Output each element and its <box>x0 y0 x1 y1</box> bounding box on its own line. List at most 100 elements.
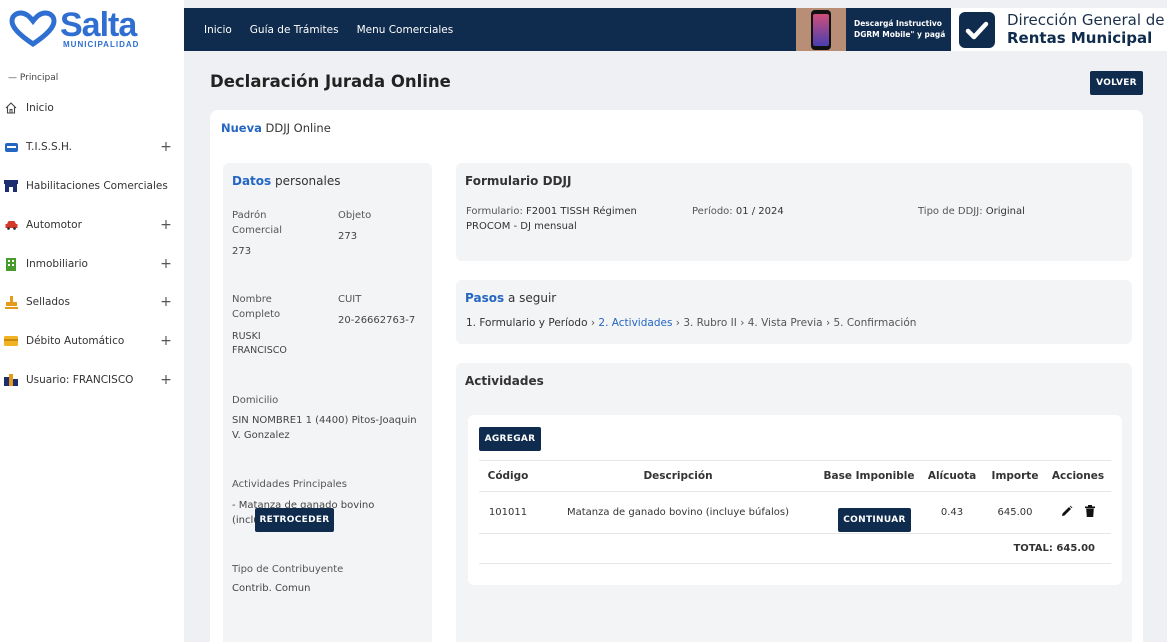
step-separator: › <box>675 317 680 329</box>
volver-button[interactable]: VOLVER <box>1090 71 1143 95</box>
sidebar-item-inmobiliario[interactable]: Inmobiliario + <box>0 252 184 276</box>
pasos-title: Pasos a seguir <box>465 291 556 305</box>
nombre-value: RUSKI FRANCISCO <box>232 330 287 358</box>
logo[interactable]: Salta MUNICIPALIDAD <box>0 0 184 58</box>
plus-icon[interactable]: + <box>156 139 176 155</box>
formulario-panel: Formulario DDJJ Formulario: F2001 TISSH … <box>456 163 1132 261</box>
user-icon <box>4 373 18 387</box>
pasos-title-bold: Pasos <box>465 291 505 305</box>
logo-sub: MUNICIPALIDAD <box>63 40 140 49</box>
col-importe: Importe <box>985 460 1045 492</box>
nombre-label: Nombre Completo <box>232 292 280 322</box>
cell-acciones <box>1045 491 1111 534</box>
sidebar-item-sellados[interactable]: Sellados + <box>0 290 184 314</box>
sidebar-item-label: Habilitaciones Comerciales <box>26 180 168 192</box>
plus-icon[interactable]: + <box>156 217 176 233</box>
card-header-rest: DDJJ Online <box>265 121 331 135</box>
agregar-button[interactable]: AGREGAR <box>479 427 541 451</box>
sidebar-item-debito[interactable]: Débito Automático + <box>0 329 184 353</box>
continuar-button[interactable]: CONTINUAR <box>838 508 911 532</box>
sidebar-item-inicio[interactable]: Inicio <box>0 96 184 120</box>
datos-title: Datos personales <box>232 174 340 188</box>
heart-logo-icon <box>9 10 57 48</box>
col-base: Base Imponible <box>819 460 919 492</box>
nombre-value-2: FRANCISCO <box>232 345 287 356</box>
domicilio-label: Domicilio <box>232 395 279 406</box>
plus-icon[interactable]: + <box>156 333 176 349</box>
step-5[interactable]: 5. Confirmación <box>833 317 916 329</box>
objeto-value: 273 <box>338 231 358 242</box>
card-icon <box>4 334 18 348</box>
actividades-table-card: AGREGAR Código Descripción Base Imponibl… <box>468 415 1122 585</box>
formulario-value-1: F2001 TISSH Régimen <box>526 206 637 217</box>
promo-text[interactable]: Descargá Instructivo DGRM Mobile" y pagá <box>854 18 945 40</box>
table-total: TOTAL: 645.00 <box>479 533 1111 564</box>
plus-icon[interactable]: + <box>156 256 176 272</box>
topnav-inicio[interactable]: Inicio <box>204 24 232 36</box>
step-1[interactable]: 1. Formulario y Período <box>466 317 588 329</box>
sidebar-section-label: — Principal <box>8 73 59 83</box>
formulario-field: Formulario: F2001 TISSH Régimen PROCOM -… <box>466 204 637 234</box>
table-header-row: Código Descripción Base Imponible Alícuo… <box>479 460 1111 492</box>
tipo-ddjj-field: Tipo de DDJJ: Original <box>918 204 1025 219</box>
top-bar: Inicio Guía de Trámites Menu Comerciales… <box>184 8 1167 51</box>
top-nav: Inicio Guía de Trámites Menu Comerciales <box>204 8 453 51</box>
periodo-label: Período: <box>692 206 733 217</box>
steps-breadcrumb: 1. Formulario y Período › 2. Actividades… <box>466 317 916 329</box>
dgrm-logo[interactable]: Dirección General de Rentas Municipal <box>951 8 1167 51</box>
dgrm-line-1: Dirección General de <box>1007 11 1165 29</box>
phone-screen <box>813 14 829 46</box>
formulario-label: Formulario: <box>466 206 523 217</box>
nombre-label-1: Nombre <box>232 294 272 305</box>
retroceder-button[interactable]: RETROCEDER <box>255 508 334 532</box>
periodo-field: Período: 01 / 2024 <box>692 204 784 219</box>
step-separator: › <box>740 317 745 329</box>
cell-importe: 645.00 <box>985 491 1045 534</box>
plus-icon[interactable]: + <box>156 294 176 310</box>
nombre-value-1: RUSKI <box>232 331 261 342</box>
sidebar-item-label: Sellados <box>26 296 70 308</box>
car-icon <box>4 218 18 232</box>
actividades-table: Código Descripción Base Imponible Alícuo… <box>479 460 1111 564</box>
formulario-title: Formulario DDJJ <box>465 174 572 188</box>
sidebar-item-usuario[interactable]: Usuario: FRANCISCO + <box>0 368 184 392</box>
col-acciones: Acciones <box>1045 460 1111 492</box>
step-separator: › <box>825 317 831 329</box>
building-icon <box>4 257 18 271</box>
formulario-value-2: PROCOM - DJ mensual <box>466 221 577 232</box>
edit-pencil-icon[interactable] <box>1061 505 1073 520</box>
step-3[interactable]: 3. Rubro II <box>683 317 737 329</box>
dgrm-line-2: Rentas Municipal <box>1007 29 1153 47</box>
topnav-guia[interactable]: Guía de Trámites <box>250 24 339 36</box>
table-row: 101011 Matanza de ganado bovino (incluye… <box>479 491 1111 534</box>
datos-title-bold: Datos <box>232 174 272 188</box>
card-header-bold: Nueva <box>221 121 262 135</box>
domicilio-value-2: V. Gonzalez <box>232 430 290 441</box>
nombre-label-2: Completo <box>232 309 281 320</box>
sidebar-item-label: Automotor <box>26 219 82 231</box>
periodo-value: 01 / 2024 <box>735 206 784 217</box>
actividades-label: Actividades Principales <box>232 479 347 490</box>
cell-codigo: 101011 <box>479 491 537 534</box>
col-codigo: Código <box>479 460 537 492</box>
domicilio-value-1: SIN NOMBRE1 1 (4400) Pitos-Joaquin <box>232 415 417 426</box>
sidebar-item-label: T.I.S.S.H. <box>26 141 72 153</box>
sidebar-item-label: Inicio <box>26 102 54 114</box>
actividades-panel: Actividades AGREGAR Código Descripción B… <box>456 363 1132 642</box>
plus-icon[interactable]: + <box>156 372 176 388</box>
pasos-title-rest: a seguir <box>507 291 557 305</box>
step-4[interactable]: 4. Vista Previa <box>748 317 823 329</box>
col-descripcion: Descripción <box>537 460 819 492</box>
step-2[interactable]: 2. Actividades <box>598 317 672 329</box>
step-separator: › <box>590 317 596 329</box>
main-card: Nueva DDJJ Online Datos personales Padró… <box>210 110 1143 642</box>
phone-promo-image[interactable] <box>796 8 846 51</box>
sidebar-item-habilitaciones[interactable]: Habilitaciones Comerciales <box>0 174 184 198</box>
delete-trash-icon[interactable] <box>1084 505 1095 520</box>
sidebar-item-automotor[interactable]: Automotor + <box>0 213 184 237</box>
topnav-menu-comerciales[interactable]: Menu Comerciales <box>357 24 454 36</box>
col-alicuota: Alícuota <box>919 460 985 492</box>
cuit-value: 20-26662763-7 <box>338 315 416 326</box>
sidebar-item-tissh[interactable]: T.I.S.S.H. + <box>0 135 184 159</box>
datos-personales-panel: Datos personales Padrón Comercial 273 Ob… <box>223 163 432 642</box>
